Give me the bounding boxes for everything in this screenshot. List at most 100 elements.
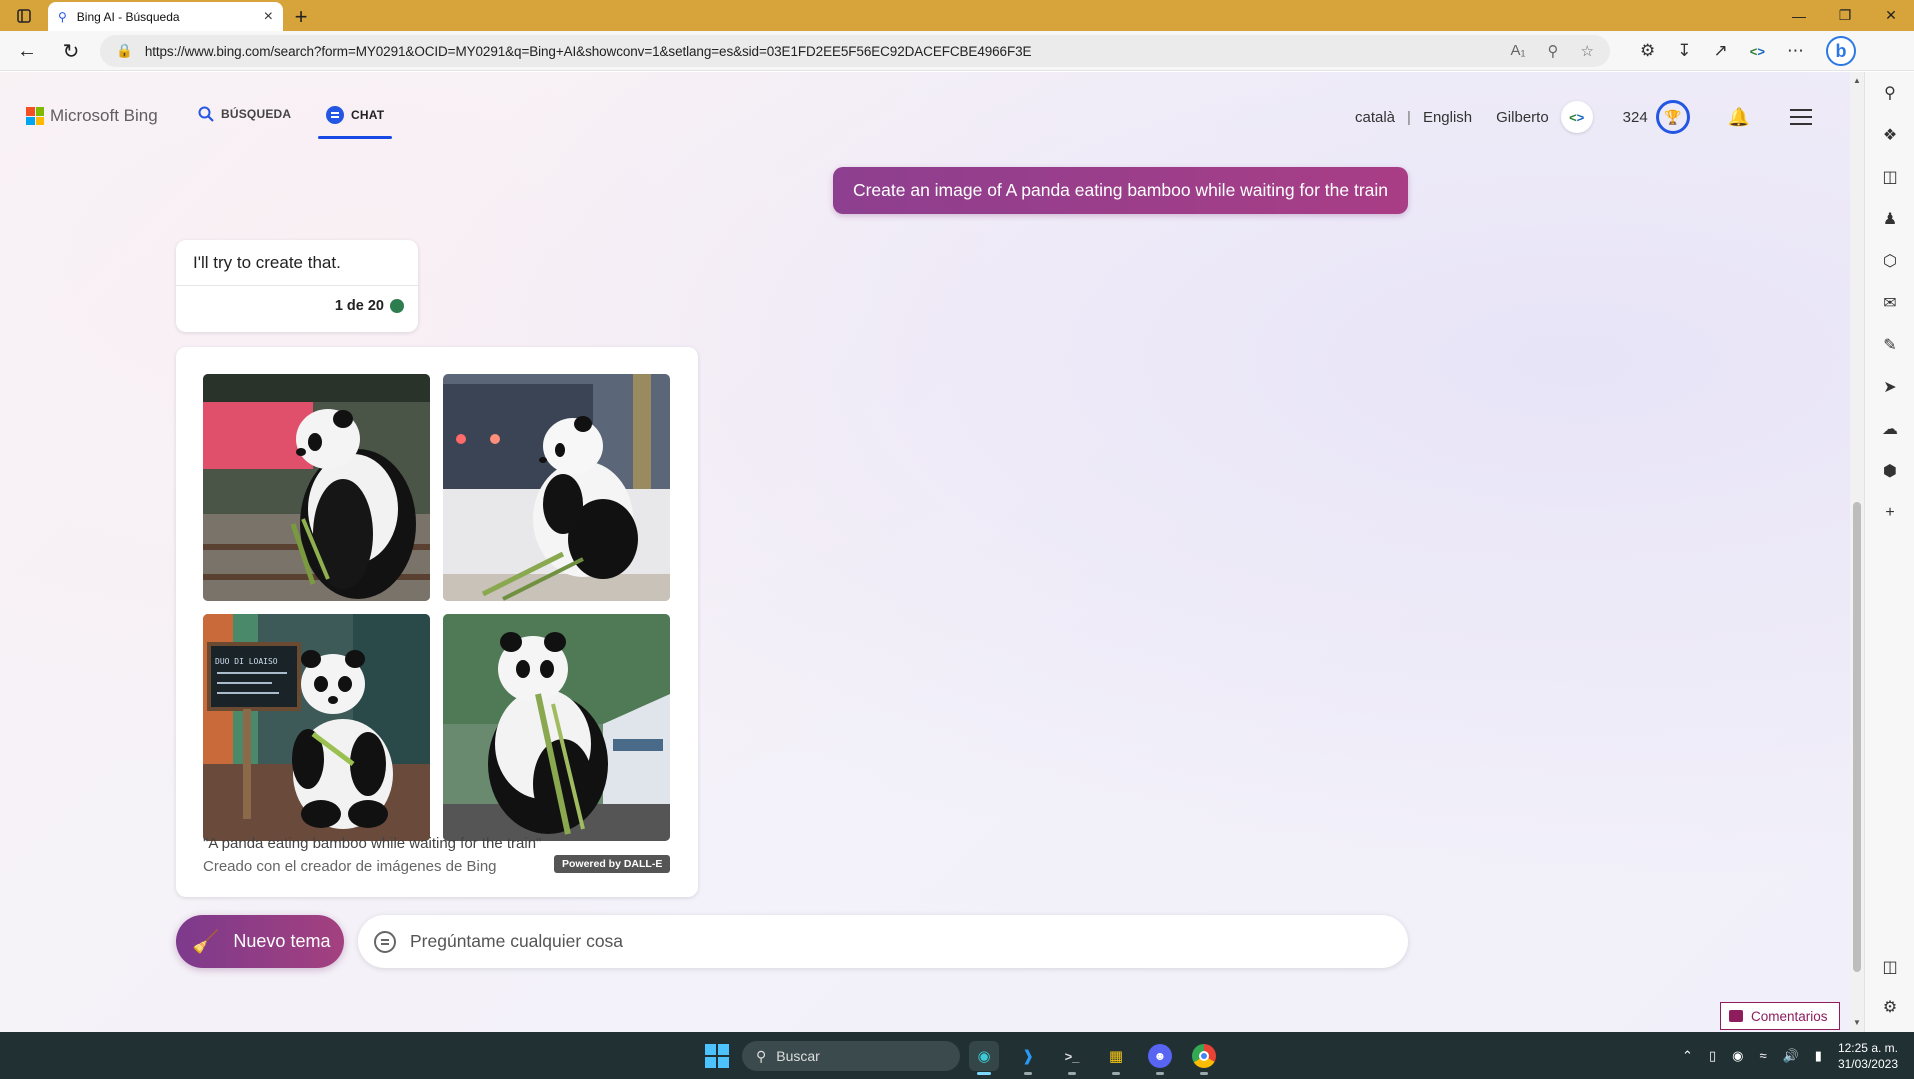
close-tab-icon[interactable]: × [264,8,273,26]
rewards-points[interactable]: 324 [1623,109,1648,126]
windows-taskbar: ⚲ Buscar ◉ ❱ >_ ▦ ☻ ⌃ ▯ ◉ ≈ 🔊 ▮ 12:25 a.… [0,1032,1914,1079]
refresh-button[interactable]: ↻ [52,33,90,69]
active-tab-indicator [318,136,392,139]
close-window-button[interactable]: ✕ [1868,0,1914,31]
nav-search[interactable]: BÚSQUEDA [198,106,291,122]
sidebar-cloud-icon[interactable]: ☁ [1879,418,1901,440]
edge-sidebar: ⚲ ❖ ◫ ♟ ⬡ ✉ ✎ ➤ ☁ ⬢ + ◫ ⚙ [1864,72,1914,1032]
zoom-icon[interactable]: ⚲ [1548,42,1559,60]
feedback-label: Comentarios [1751,1008,1828,1024]
sidebar-designer-icon[interactable]: ✎ [1879,334,1901,356]
restore-button[interactable]: ❐ [1822,0,1868,31]
rewards-trophy-icon[interactable]: 🏆 [1655,100,1690,134]
taskbar-search-label: Buscar [776,1048,820,1064]
image-caption: "A panda eating bamboo while waiting for… [203,835,542,852]
image-sub-caption[interactable]: Creado con el creador de imágenes de Bin… [203,855,541,878]
windows-start-icon[interactable] [705,1044,729,1068]
bot-message-text: I'll try to create that. [193,253,341,272]
header-right: català | English Gilberto < > 324 🏆 🔔 [1355,100,1813,134]
extensions-icon[interactable]: ⚙ [1640,41,1655,61]
taskbar-search[interactable]: ⚲ Buscar [742,1041,960,1071]
profile-icon[interactable]: <> [1750,44,1765,59]
user-name[interactable]: Gilberto [1496,109,1549,126]
generated-image-2[interactable] [443,374,670,601]
vscode-taskbar-icon[interactable]: ❱ [1013,1041,1043,1075]
file-explorer-taskbar-icon[interactable]: ▦ [1101,1041,1131,1075]
sidebar-tools-icon[interactable]: ◫ [1879,166,1901,188]
battery-icon[interactable]: ▮ [1815,1048,1822,1064]
generated-image-4[interactable] [443,614,670,841]
sidebar-games-icon[interactable]: ♟ [1879,208,1901,230]
sidebar-add-icon[interactable]: + [1879,502,1901,524]
url-text: https://www.bing.com/search?form=MY0291&… [144,43,1032,59]
back-button[interactable]: ← [8,33,46,69]
lang-catala-link[interactable]: català [1355,109,1395,126]
status-dot-icon [390,299,404,313]
search-icon: ⚲ [756,1047,767,1064]
broom-icon: 🧹 [192,928,220,954]
sidebar-settings-icon[interactable]: ⚙ [1879,996,1901,1018]
usb-icon[interactable]: ▯ [1709,1048,1716,1064]
microsoft-logo-icon [26,107,44,125]
logo-text: Microsoft Bing [50,106,158,125]
tab-actions-icon[interactable] [0,0,48,31]
network-app-icon[interactable]: ◉ [1732,1048,1743,1064]
clock[interactable]: 12:25 a. m. 31/03/2023 [1838,1040,1898,1072]
lock-icon: 🔒 [116,43,133,58]
turn-counter-text: 1 de 20 [334,298,384,314]
volume-icon[interactable]: 🔊 [1783,1048,1799,1064]
browser-tab[interactable]: ⚲ Bing AI - Búsqueda × [48,2,283,31]
new-tab-button[interactable]: + [283,2,319,31]
sidebar-search-icon[interactable]: ⚲ [1879,82,1901,104]
nav-chat[interactable]: CHAT [326,106,384,124]
terminal-taskbar-icon[interactable]: >_ [1057,1041,1087,1075]
generated-image-1[interactable] [203,374,430,601]
dalle-badge: Powered by DALL-E [554,855,671,873]
browser-tab-bar: ⚲ Bing AI - Búsqueda × + — ❐ ✕ [0,0,1914,31]
favorite-icon[interactable]: ☆ [1581,42,1594,60]
bing-copilot-icon[interactable]: b [1825,36,1856,66]
lang-separator: | [1407,108,1411,126]
sidebar-outlook-icon[interactable]: ✉ [1879,292,1901,314]
feedback-button[interactable]: Comentarios [1720,1002,1840,1030]
generated-image-3[interactable]: DUO DI LOAISO [203,614,430,841]
chrome-taskbar-icon[interactable] [1189,1041,1219,1075]
chat-input[interactable] [410,931,1310,952]
hamburger-menu-icon[interactable] [1790,104,1813,130]
avatar[interactable]: < > [1560,101,1593,133]
more-icon[interactable]: ⋯ [1787,41,1804,61]
edge-taskbar-icon[interactable]: ◉ [969,1041,999,1075]
scroll-down-icon[interactable]: ▼ [1853,1018,1861,1027]
minimize-button[interactable]: — [1776,0,1822,31]
sidebar-office-icon[interactable]: ⬡ [1879,250,1901,272]
sidebar-shopping-icon[interactable]: ❖ [1879,124,1901,146]
clock-date: 31/03/2023 [1837,1056,1898,1071]
address-bar[interactable]: 🔒 https://www.bing.com/search?form=MY029… [100,35,1610,67]
chat-input-box[interactable] [358,915,1408,968]
read-aloud-icon[interactable]: A₁ [1510,42,1525,60]
sidebar-split-icon[interactable]: ◫ [1879,956,1901,978]
scroll-thumb[interactable] [1853,502,1861,972]
notifications-bell-icon[interactable]: 🔔 [1728,107,1750,128]
discord-taskbar-icon[interactable]: ☻ [1145,1041,1175,1075]
microsoft-bing-logo[interactable]: Microsoft Bing [26,106,158,126]
chat-icon [326,106,344,124]
downloads-icon[interactable]: ↧ [1677,41,1691,61]
scroll-up-icon[interactable]: ▲ [1853,76,1861,85]
sidebar-send-icon[interactable]: ➤ [1879,376,1901,398]
toolbar-right: ⚙ ↧ ↗ <> ⋯ b [1640,31,1856,71]
nav-chat-label: CHAT [351,108,385,122]
chevron-up-icon[interactable]: ⌃ [1682,1048,1693,1064]
wifi-icon[interactable]: ≈ [1759,1048,1766,1063]
page-scrollbar[interactable]: ▲ ▼ [1850,72,1864,1032]
browser-toolbar: ← ↻ 🔒 https://www.bing.com/search?form=M… [0,31,1914,71]
sidebar-app-icon[interactable]: ⬢ [1879,460,1901,482]
lang-english-link[interactable]: English [1423,109,1472,126]
generated-images-card: DUO DI LOAISO "A panda eating bamboo whi… [176,347,698,897]
new-topic-button[interactable]: 🧹 Nuevo tema [176,915,344,968]
bing-chat-page: Microsoft Bing BÚSQUEDA CHAT català | En… [0,72,1850,1032]
share-icon[interactable]: ↗ [1714,41,1728,61]
window-controls: — ❐ ✕ [1776,0,1914,31]
bot-message-card: I'll try to create that. 1 de 20 [176,240,418,332]
user-message-bubble: Create an image of A panda eating bamboo… [833,167,1408,214]
